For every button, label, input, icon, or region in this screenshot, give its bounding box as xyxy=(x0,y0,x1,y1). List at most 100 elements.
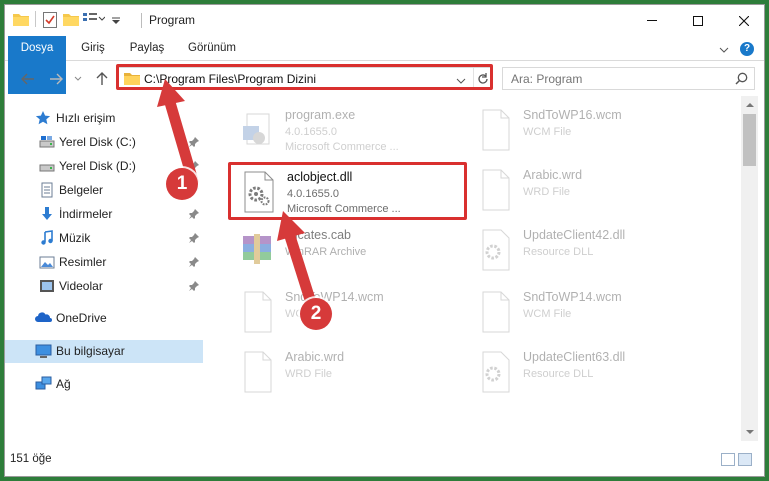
tab-view[interactable]: Görünüm xyxy=(181,36,243,61)
drive-icon xyxy=(39,134,55,150)
sidebar-item-label: Bu bilgisayar xyxy=(56,344,125,358)
minimize-button[interactable] xyxy=(629,5,675,36)
sidebar-item-onedrive[interactable]: OneDrive xyxy=(5,307,203,329)
file-item[interactable]: SndToWP16.wcm WCM File xyxy=(467,102,702,160)
details-view-icon[interactable] xyxy=(721,453,735,466)
status-bar: 151 öğe xyxy=(5,441,764,476)
search-icon[interactable] xyxy=(735,72,748,88)
file-item[interactable]: Arabic.wrd WRD File xyxy=(467,162,702,220)
title-divider xyxy=(141,13,142,28)
scrollbar-thumb[interactable] xyxy=(743,114,756,166)
dll-gear-icon xyxy=(475,228,515,272)
file-name: SndToWP14.wcm xyxy=(523,290,622,304)
sidebar-item-downloads[interactable]: İndirmeler xyxy=(5,203,203,225)
recent-locations-icon[interactable] xyxy=(69,70,87,88)
download-icon xyxy=(39,206,55,222)
tab-share[interactable]: Paylaş xyxy=(121,36,173,61)
new-folder-icon[interactable] xyxy=(63,12,79,29)
file-item[interactable]: tificates.cab WinRAR Archive xyxy=(229,222,464,280)
file-icon xyxy=(237,290,277,334)
sidebar-item-this-pc[interactable]: Bu bilgisayar xyxy=(5,340,203,363)
file-detail: WCM File xyxy=(523,308,572,320)
sidebar-item-label: Müzik xyxy=(59,231,91,245)
explorer-window: Program Dosya Giriş Paylaş Görünüm ? C:\… xyxy=(4,4,765,477)
file-name: Arabic.wrd xyxy=(285,350,345,364)
file-detail: 4.0.1655.0 xyxy=(285,126,337,138)
videos-icon xyxy=(39,278,55,294)
computer-icon xyxy=(35,343,52,359)
drive-icon xyxy=(39,158,55,174)
up-arrow-icon[interactable] xyxy=(93,70,111,88)
pin-icon[interactable] xyxy=(189,256,199,270)
sidebar-item-label: OneDrive xyxy=(56,311,107,325)
star-icon xyxy=(35,110,51,126)
file-item[interactable]: program.exe 4.0.1655.0 Microsoft Commerc… xyxy=(229,102,464,160)
sidebar-item-label: Videolar xyxy=(59,279,103,293)
quick-access-dropdown-icon[interactable] xyxy=(111,14,121,28)
file-name: UpdateClient42.dll xyxy=(523,228,626,242)
scroll-up-icon[interactable] xyxy=(741,96,758,113)
file-name: UpdateClient63.dll xyxy=(523,350,626,364)
forward-arrow-icon[interactable] xyxy=(47,70,65,88)
sidebar-item-label: Yerel Disk (C:) xyxy=(59,135,136,149)
sidebar-item-label: Belgeler xyxy=(59,183,104,197)
sidebar-item-network[interactable]: Ağ xyxy=(5,373,203,395)
sidebar-item-videos[interactable]: Videolar xyxy=(5,275,203,297)
file-highlight-box xyxy=(228,162,467,220)
tab-home[interactable]: Giriş xyxy=(71,36,115,61)
sidebar-item-label: Yerel Disk (D:) xyxy=(59,159,136,173)
file-name: Arabic.wrd xyxy=(523,168,583,182)
file-name: SndToWP16.wcm xyxy=(523,108,622,122)
search-box[interactable] xyxy=(502,67,755,90)
file-item[interactable]: SndToWP14.wcm WCM File xyxy=(229,284,464,342)
pin-icon[interactable] xyxy=(189,280,199,294)
sidebar-item-label: İndirmeler xyxy=(59,207,113,221)
expand-ribbon-icon[interactable] xyxy=(719,43,729,57)
file-name: program.exe xyxy=(285,108,356,122)
ribbon-tabs: Dosya Giriş Paylaş Görünüm ? xyxy=(5,36,764,94)
search-input[interactable] xyxy=(511,71,711,87)
back-arrow-icon[interactable] xyxy=(19,70,37,88)
dll-gear-icon xyxy=(475,350,515,394)
file-icon xyxy=(237,350,277,394)
file-item[interactable]: SndToWP14.wcm WCM File xyxy=(467,284,702,342)
window-title: Program xyxy=(149,13,196,27)
sidebar-item-pictures[interactable]: Resimler xyxy=(5,251,203,273)
file-detail: WRD File xyxy=(523,186,571,198)
file-icon xyxy=(475,290,515,334)
file-detail: WCM File xyxy=(523,126,572,138)
title-bar: Program xyxy=(5,5,764,36)
sidebar-item-label: Ağ xyxy=(56,377,71,391)
file-item[interactable]: UpdateClient63.dll Resource DLL xyxy=(467,344,702,402)
item-count: 151 öğe xyxy=(10,453,52,465)
pictures-icon xyxy=(39,254,55,270)
folder-icon[interactable] xyxy=(13,12,29,29)
file-item[interactable]: UpdateClient42.dll Resource DLL xyxy=(467,222,702,280)
file-detail: Resource DLL xyxy=(523,368,594,380)
winrar-icon xyxy=(237,228,277,272)
pin-icon[interactable] xyxy=(189,208,199,222)
exe-icon xyxy=(237,108,277,152)
sidebar-item-label: Resimler xyxy=(59,255,107,269)
maximize-button[interactable] xyxy=(675,5,721,36)
pin-icon[interactable] xyxy=(189,232,199,246)
customize-toolbar-icon[interactable] xyxy=(83,12,106,29)
help-icon[interactable]: ? xyxy=(740,42,754,56)
sidebar-item-music[interactable]: Müzik xyxy=(5,227,203,249)
onedrive-icon xyxy=(35,310,52,326)
network-icon xyxy=(35,376,52,392)
documents-icon xyxy=(39,182,55,198)
close-button[interactable] xyxy=(721,5,764,36)
toolbar-divider xyxy=(35,11,36,27)
file-detail: WRD File xyxy=(285,368,333,380)
file-icon xyxy=(475,168,515,212)
file-icon xyxy=(475,108,515,152)
properties-icon[interactable] xyxy=(43,12,57,31)
file-item[interactable]: Arabic.wrd WRD File xyxy=(229,344,464,402)
music-icon xyxy=(39,230,55,246)
large-icons-view-icon[interactable] xyxy=(738,453,752,466)
scroll-down-icon[interactable] xyxy=(741,424,758,441)
step1-marker: 1 xyxy=(166,168,198,200)
vertical-scrollbar[interactable] xyxy=(741,96,758,441)
file-detail: Microsoft Commerce ... xyxy=(285,141,399,153)
